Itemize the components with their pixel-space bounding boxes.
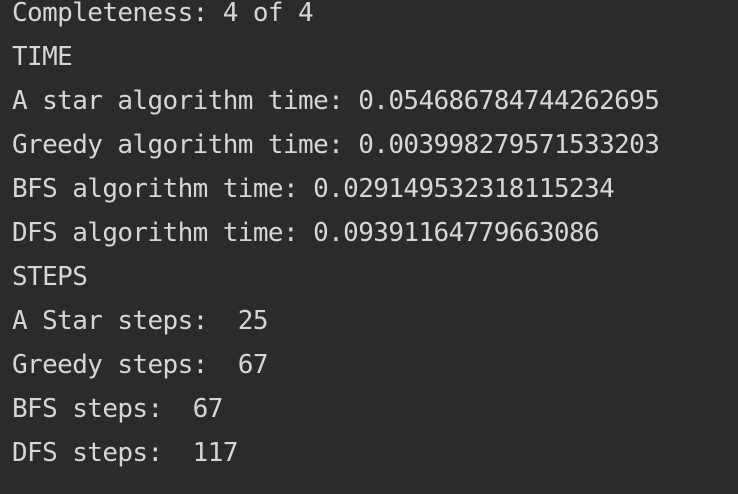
dfs-time-line: DFS algorithm time: 0.09391164779663086 xyxy=(12,218,600,248)
completeness-line: Completeness: 4 of 4 xyxy=(12,0,314,28)
greedy-time-line: Greedy algorithm time: 0.003998279571533… xyxy=(12,130,660,160)
astar-steps-line: A Star steps: 25 xyxy=(12,306,269,336)
steps-heading: STEPS xyxy=(12,262,88,292)
console-lines: Completeness: 4 of 4 TIME A star algorit… xyxy=(12,0,660,475)
astar-time-line: A star algorithm time: 0.054686784744262… xyxy=(12,86,660,116)
run-console-output: Completeness: 4 of 4 TIME A star algorit… xyxy=(0,0,738,494)
bfs-steps-line: BFS steps: 67 xyxy=(12,394,223,424)
dfs-steps-line: DFS steps: 117 xyxy=(12,438,238,468)
bfs-time-line: BFS algorithm time: 0.029149532318115234 xyxy=(12,174,615,204)
time-heading: TIME xyxy=(12,42,73,72)
greedy-steps-line: Greedy steps: 67 xyxy=(12,350,269,380)
